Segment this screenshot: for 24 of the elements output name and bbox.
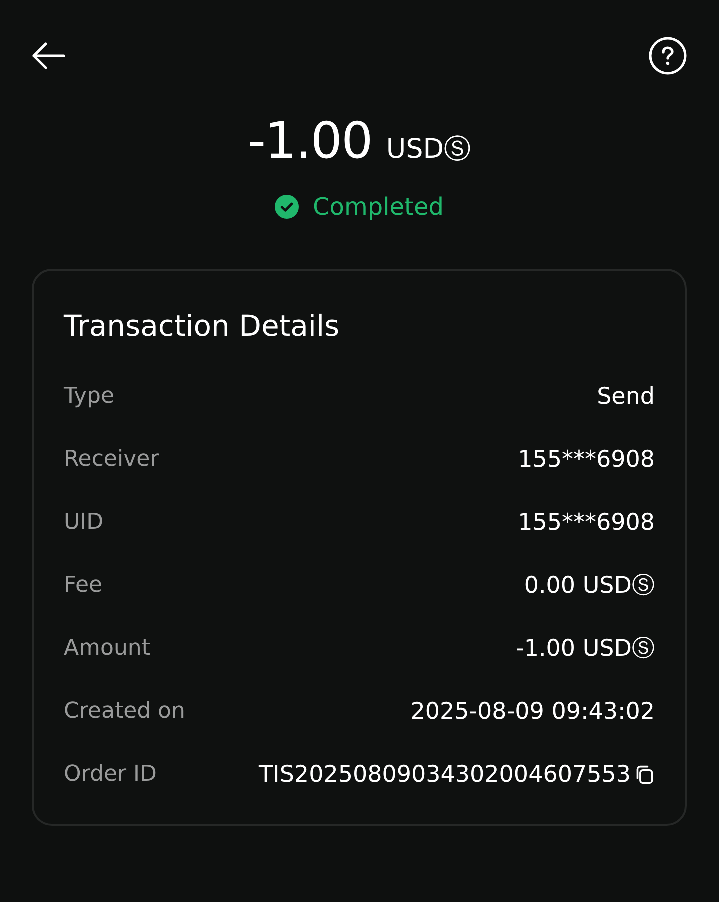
detail-value: -1.00 USDⓈ [516,635,655,664]
detail-label: Fee [64,573,103,598]
currency-label: USDⓈ [386,133,472,167]
detail-label: Created on [64,699,186,724]
transaction-amount: -1.00 [248,111,372,172]
detail-label: UID [64,510,104,535]
card-title: Transaction Details [64,309,341,343]
detail-value: Send [597,384,655,410]
detail-label: Amount [64,636,150,661]
detail-value: TIS20250809034302004607553 [259,762,631,788]
detail-value: 155***6908 [518,446,655,472]
detail-value: 2025-08-09 09:43:02 [410,698,655,724]
detail-value: 0.00 USDⓈ [524,572,655,601]
detail-label: Type [64,384,115,409]
status-label: Completed [313,193,444,221]
detail-label: Receiver [64,447,160,472]
back-button[interactable] [32,42,66,70]
help-icon [649,37,687,75]
help-button[interactable] [649,37,687,75]
copy-icon [635,764,655,784]
detail-value: 155***6908 [518,510,655,536]
copy-button[interactable] [635,764,655,784]
detail-label: Order ID [64,762,157,787]
back-arrow-icon [32,42,66,70]
